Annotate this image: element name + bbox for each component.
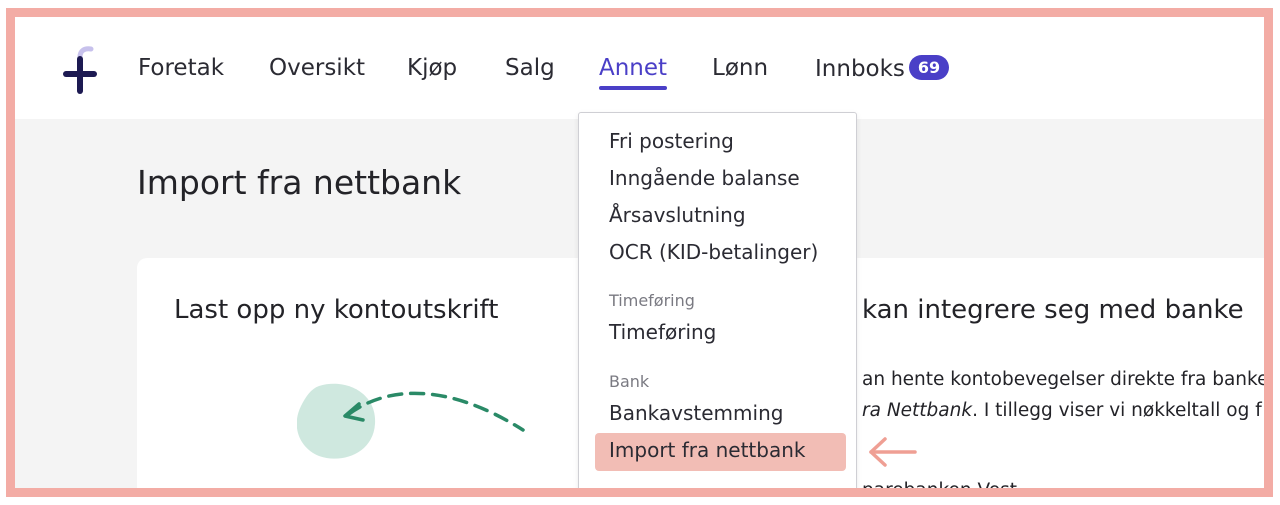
nav-salg[interactable]: Salg [505,55,555,81]
menu-item-bankavstemming[interactable]: Bankavstemming [609,401,783,425]
integration-text-line-2: ra Nettbank. I tillegg viser vi nøkkelta… [862,400,1262,421]
nav-oversikt[interactable]: Oversikt [269,55,365,81]
page-title: Import fra nettbank [137,163,462,202]
left-arrow-icon [869,437,917,467]
inbox-count-badge: 69 [908,55,950,80]
highlight-frame: Foretak Oversikt Kjøp Salg Annet Lønn In… [6,8,1273,497]
top-navigation: Foretak Oversikt Kjøp Salg Annet Lønn In… [15,17,1264,119]
menu-item-ocr[interactable]: OCR (KID-betalinger) [609,240,818,264]
menu-item-arsavslutning[interactable]: Årsavslutning [609,203,746,227]
nav-annet[interactable]: Annet [599,55,668,90]
integration-text-line-3: parebanken Vest [862,480,1018,497]
nav-innboks[interactable]: Innboks 69 [815,55,950,82]
integration-card-heading: kan integrere seg med banke [862,295,1244,325]
menu-item-import-fra-nettbank[interactable]: Import fra nettbank [609,438,805,462]
active-tab-indicator [599,86,668,90]
nav-lonn[interactable]: Lønn [712,55,768,81]
nav-kjop[interactable]: Kjøp [407,55,457,81]
integration-text-line-1: an hente kontobevegelser direkte fra ban… [862,369,1269,390]
nav-foretak[interactable]: Foretak [138,55,224,81]
menu-section-bank: Bank [609,372,650,391]
upload-card: Last opp ny kontoutskrift [137,258,602,488]
menu-item-timeforing[interactable]: Timeføring [609,320,716,344]
integration-text-rest: . I tillegg viser vi nøkkeltall og f [972,400,1262,421]
integration-text-emphasis: ra Nettbank [862,400,973,421]
nav-innboks-label: Innboks [815,56,905,82]
menu-section-timeforing: Timeføring [609,291,695,310]
upload-illustration-icon [297,383,525,459]
annet-dropdown-menu: Fri postering Inngående balanse Årsavslu… [578,112,857,488]
nav-annet-label: Annet [599,55,668,81]
menu-item-inngaende-balanse[interactable]: Inngående balanse [609,166,800,190]
upload-card-heading: Last opp ny kontoutskrift [174,295,499,325]
app-logo-icon[interactable] [60,45,100,95]
menu-item-fri-postering[interactable]: Fri postering [609,129,734,153]
